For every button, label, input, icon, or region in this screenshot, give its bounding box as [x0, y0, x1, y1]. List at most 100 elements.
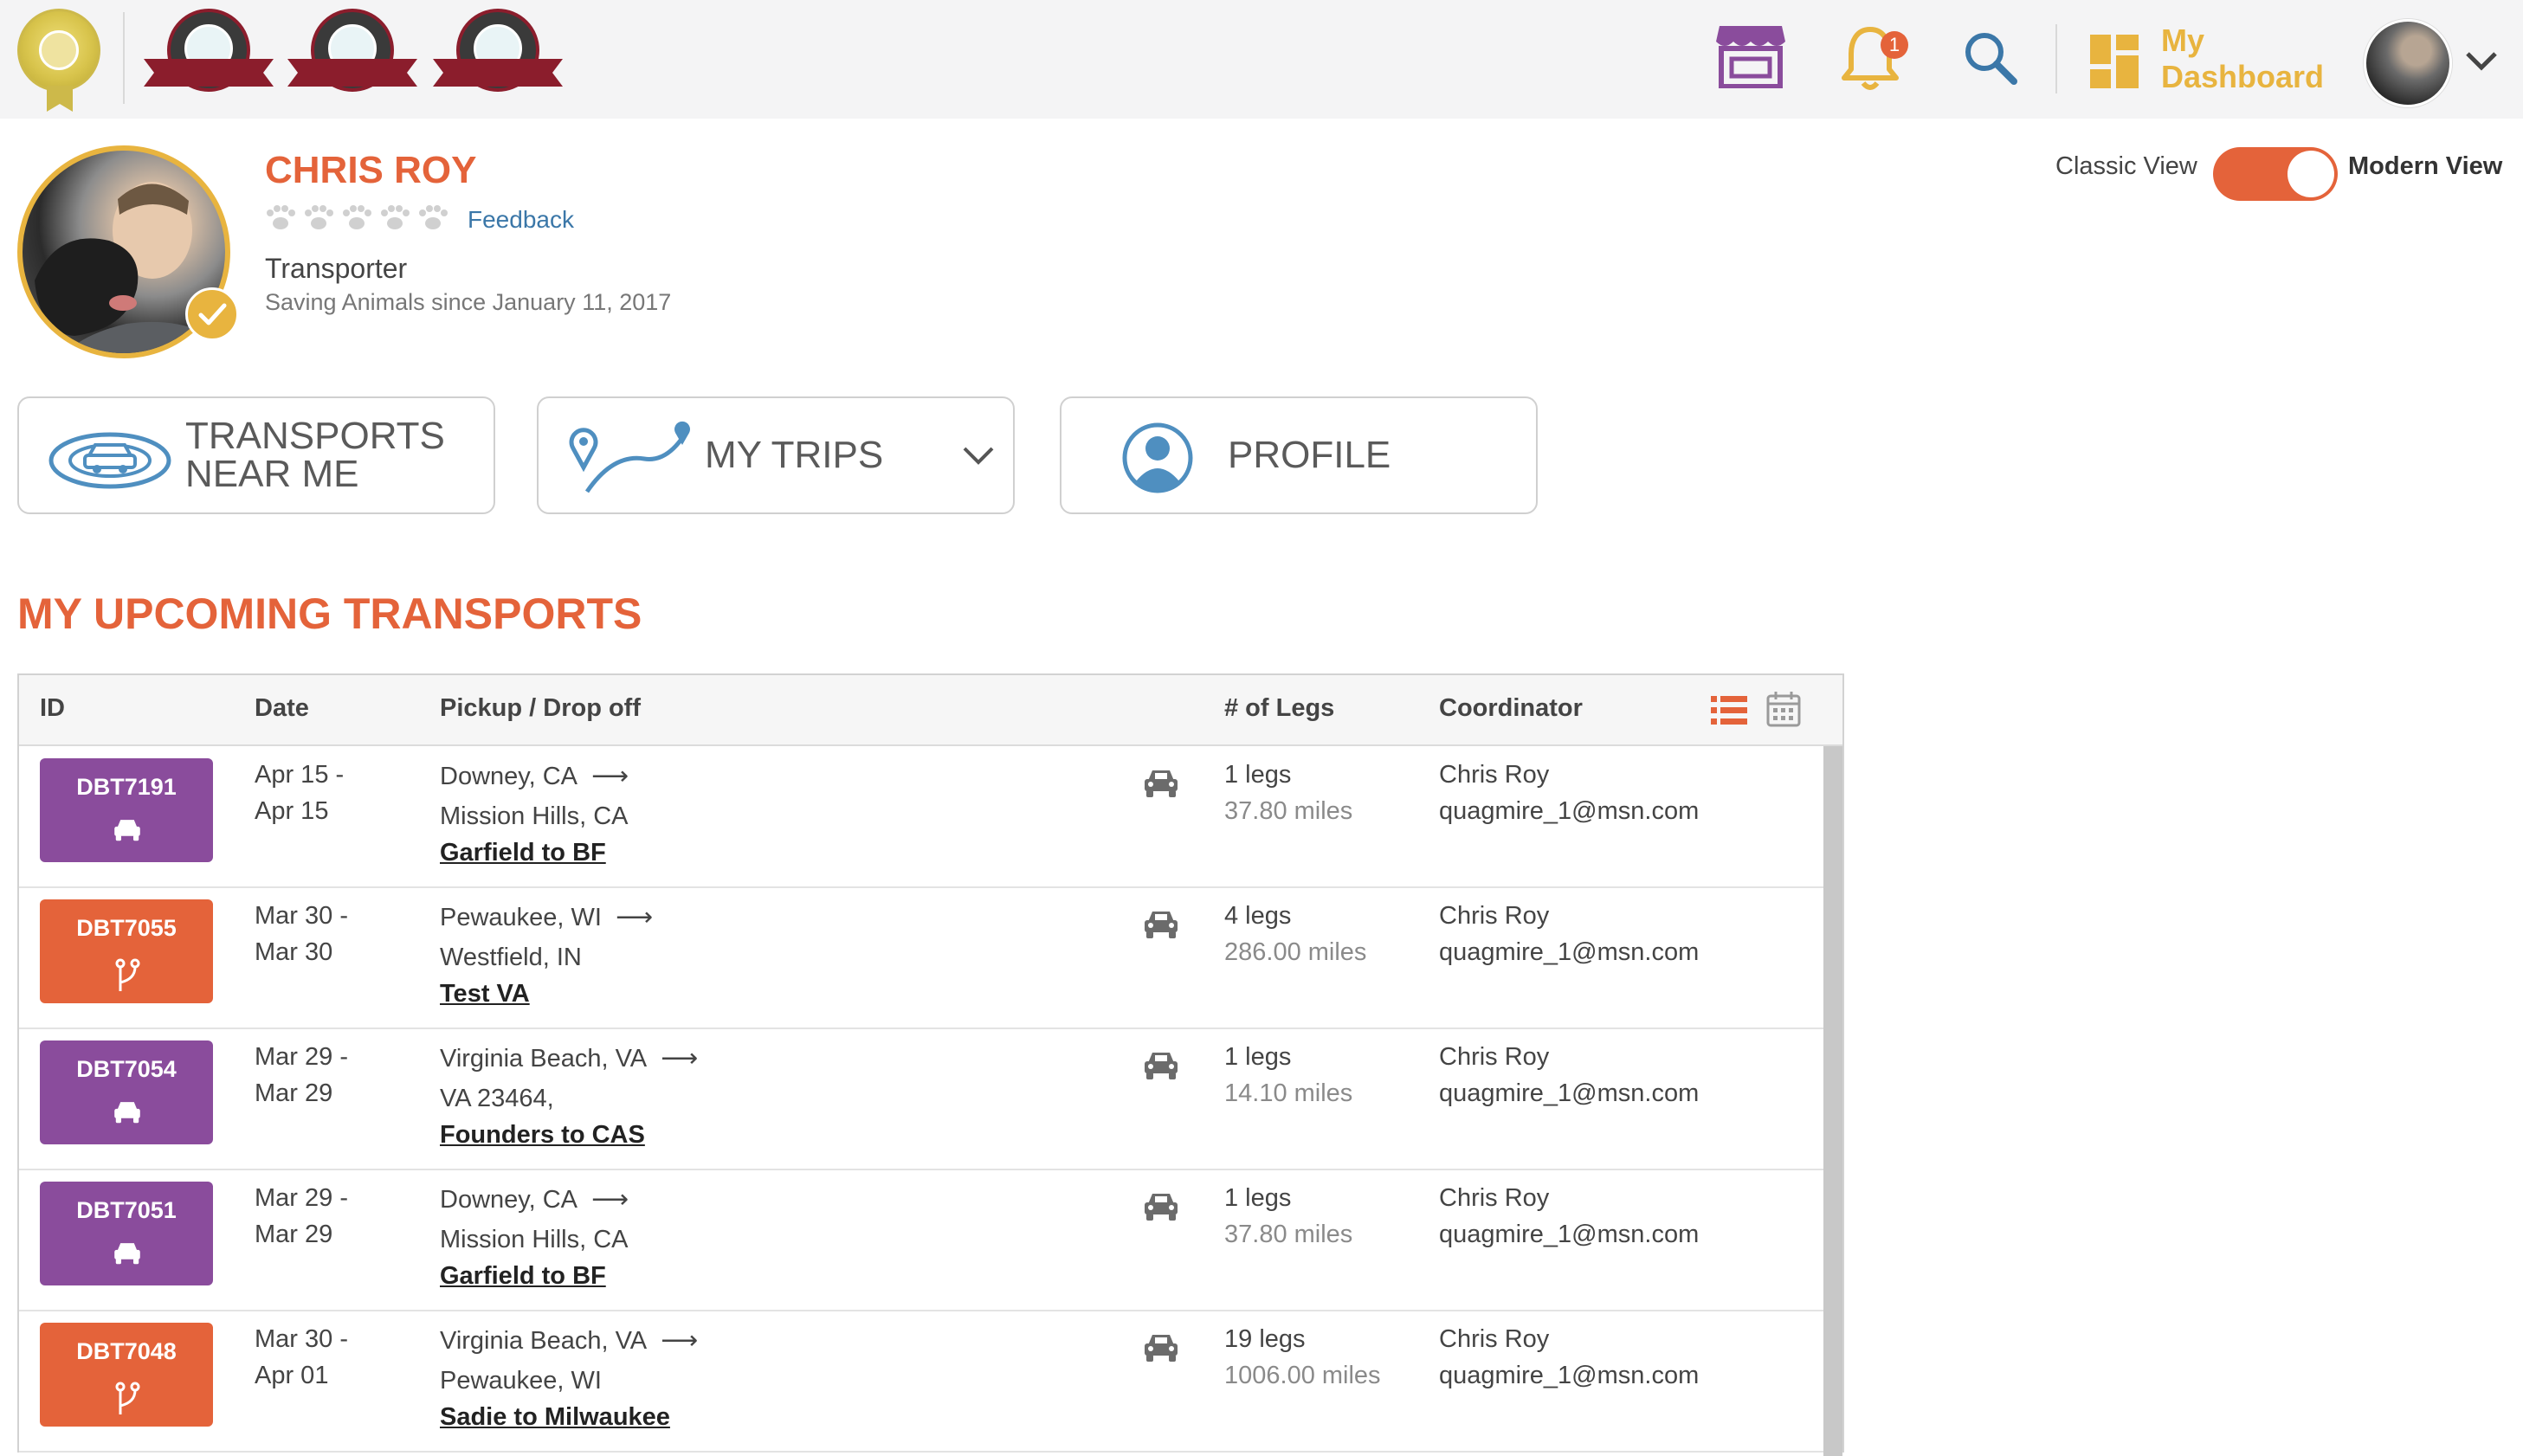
coordinator-email[interactable]: quagmire_1@msn.com: [1439, 1357, 1699, 1394]
table-row[interactable]: DBT7055 Mar 30 - Mar 30 Pewaukee, WI ⟶ W…: [19, 887, 1823, 1029]
branch-icon: [113, 958, 142, 999]
branch-icon: [113, 1382, 142, 1422]
dashboard-label-line1: My: [2161, 23, 2205, 58]
transport-id: DBT7191: [76, 774, 177, 800]
dashboard-grid-icon[interactable]: [2090, 35, 2139, 88]
pickup-location: Downey, CA: [440, 763, 578, 790]
transport-id-badge[interactable]: DBT7055: [40, 899, 213, 1003]
chevron-down-icon[interactable]: [2464, 50, 2499, 73]
search-icon[interactable]: [1962, 29, 2019, 87]
transport-name-link[interactable]: Garfield to BF: [440, 834, 606, 871]
transport-id-badge[interactable]: DBT7191: [40, 758, 213, 862]
coordinator-email[interactable]: quagmire_1@msn.com: [1439, 934, 1699, 970]
calendar-view-icon[interactable]: [1766, 691, 1801, 727]
gold-seal-icon: [17, 9, 100, 92]
transport-id-badge[interactable]: DBT7054: [40, 1040, 213, 1144]
coordinator-info: Chris Roy quagmire_1@msn.com: [1439, 898, 1699, 970]
coordinator-email[interactable]: quagmire_1@msn.com: [1439, 1075, 1699, 1111]
my-trips-button[interactable]: MY TRIPS: [537, 396, 1015, 514]
table-row[interactable]: DBT7048 Mar 30 - Apr 01 Virginia Beach, …: [19, 1311, 1823, 1453]
toggle-knob: [2287, 151, 2334, 197]
user-avatar[interactable]: [2364, 19, 2452, 107]
date-start: Mar 30 -: [255, 902, 348, 930]
arrow-right-icon: ⟶: [591, 1185, 629, 1214]
coordinator-name: Chris Roy: [1439, 1184, 1550, 1212]
transport-name-link[interactable]: Test VA: [440, 976, 530, 1012]
coordinator-email[interactable]: quagmire_1@msn.com: [1439, 793, 1699, 829]
date-end: Apr 01: [255, 1362, 329, 1389]
pickup-location: Virginia Beach, VA: [440, 1327, 648, 1355]
header-divider: [123, 12, 125, 104]
coordinator-info: Chris Roy quagmire_1@msn.com: [1439, 1321, 1699, 1394]
pickup-dropoff: Virginia Beach, VA ⟶ VA 23464,: [440, 1039, 698, 1118]
transport-name-link[interactable]: Founders to CAS: [440, 1117, 645, 1153]
transport-date: Mar 29 - Mar 29: [255, 1039, 348, 1111]
arrow-right-icon: ⟶: [661, 1044, 699, 1073]
legs-count: 19 legs: [1224, 1325, 1306, 1353]
transport-id-badge[interactable]: DBT7051: [40, 1182, 213, 1285]
car-icon: [1145, 1194, 1178, 1221]
modern-view-label[interactable]: Modern View: [2348, 152, 2502, 181]
table-row[interactable]: DBT7054 Mar 29 - Mar 29 Virginia Beach, …: [19, 1028, 1823, 1170]
date-start: Mar 29 -: [255, 1184, 348, 1212]
coordinator-email[interactable]: quagmire_1@msn.com: [1439, 1216, 1699, 1253]
coordinator-name: Chris Roy: [1439, 761, 1550, 789]
column-header-date[interactable]: Date: [255, 694, 309, 723]
car-icon: [113, 817, 142, 846]
section-title: MY UPCOMING TRANSPORTS: [17, 589, 642, 638]
coordinator-info: Chris Roy quagmire_1@msn.com: [1439, 757, 1699, 829]
legs-miles: 1006.00 miles: [1224, 1362, 1381, 1389]
dropoff-location: Westfield, IN: [440, 944, 582, 971]
transports-near-me-button[interactable]: TRANSPORTS NEAR ME: [17, 396, 495, 514]
car-icon: [1145, 770, 1178, 797]
paw-rating-icon: [267, 205, 448, 229]
transport-name-link[interactable]: Sadie to Milwaukee: [440, 1399, 670, 1435]
view-toggle-switch[interactable]: [2213, 147, 2338, 201]
classic-view-label[interactable]: Classic View: [2055, 152, 2197, 181]
coordinator-info: Chris Roy quagmire_1@msn.com: [1439, 1039, 1699, 1111]
column-header-id[interactable]: ID: [40, 694, 65, 723]
car-icon: [1145, 1053, 1178, 1079]
table-row[interactable]: DBT7191 Apr 15 - Apr 15 Downey, CA ⟶ Mis…: [19, 746, 1823, 888]
date-end: Apr 15: [255, 797, 329, 825]
column-header-coordinator[interactable]: Coordinator: [1439, 694, 1583, 723]
legs-info: 1 legs 37.80 miles: [1224, 757, 1352, 829]
list-view-icon[interactable]: [1711, 694, 1747, 727]
transports-label-line1: TRANSPORTS: [185, 415, 445, 457]
user-circle-icon: [1122, 422, 1193, 493]
transport-id: DBT7054: [76, 1056, 177, 1082]
legs-info: 1 legs 14.10 miles: [1224, 1039, 1352, 1111]
column-header-pickup[interactable]: Pickup / Drop off: [440, 694, 641, 723]
notification-count-badge: 1: [1881, 31, 1908, 59]
storefront-icon[interactable]: [1714, 23, 1787, 88]
legs-count: 1 legs: [1224, 1043, 1292, 1071]
transport-date: Mar 29 - Mar 29: [255, 1180, 348, 1253]
certified-badge-icon: [144, 9, 274, 104]
dropoff-location: Mission Hills, CA: [440, 1226, 629, 1253]
legs-count: 1 legs: [1224, 761, 1292, 789]
table-row[interactable]: DBT7051 Mar 29 - Mar 29 Downey, CA ⟶ Mis…: [19, 1169, 1823, 1311]
profile-button[interactable]: PROFILE: [1060, 396, 1538, 514]
transport-date: Mar 30 - Apr 01: [255, 1321, 348, 1394]
table-scrollbar[interactable]: [1823, 746, 1842, 1456]
legs-info: 1 legs 37.80 miles: [1224, 1180, 1352, 1253]
dropoff-location: Pewaukee, WI: [440, 1367, 602, 1395]
legs-miles: 37.80 miles: [1224, 1221, 1353, 1248]
my-dashboard-link[interactable]: My Dashboard: [2161, 23, 2324, 95]
profile-role: Transporter: [265, 253, 408, 284]
legs-miles: 286.00 miles: [1224, 938, 1367, 966]
car-icon: [1145, 1335, 1178, 1362]
route-pin-icon: [569, 421, 690, 493]
coordinator-name: Chris Roy: [1439, 902, 1550, 930]
chevron-down-icon: [963, 447, 994, 465]
pickup-location: Virginia Beach, VA: [440, 1045, 648, 1073]
dashboard-label-line2: Dashboard: [2161, 59, 2325, 94]
feedback-link[interactable]: Feedback: [468, 206, 574, 234]
profile-since: Saving Animals since January 11, 2017: [265, 289, 672, 315]
table-header: ID Date Pickup / Drop off # of Legs Coor…: [19, 675, 1842, 746]
transport-id-badge[interactable]: DBT7048: [40, 1323, 213, 1427]
certified-badge-icon: [287, 9, 417, 104]
car-icon: [113, 1099, 142, 1128]
column-header-legs[interactable]: # of Legs: [1224, 694, 1334, 723]
transport-name-link[interactable]: Garfield to BF: [440, 1258, 606, 1294]
